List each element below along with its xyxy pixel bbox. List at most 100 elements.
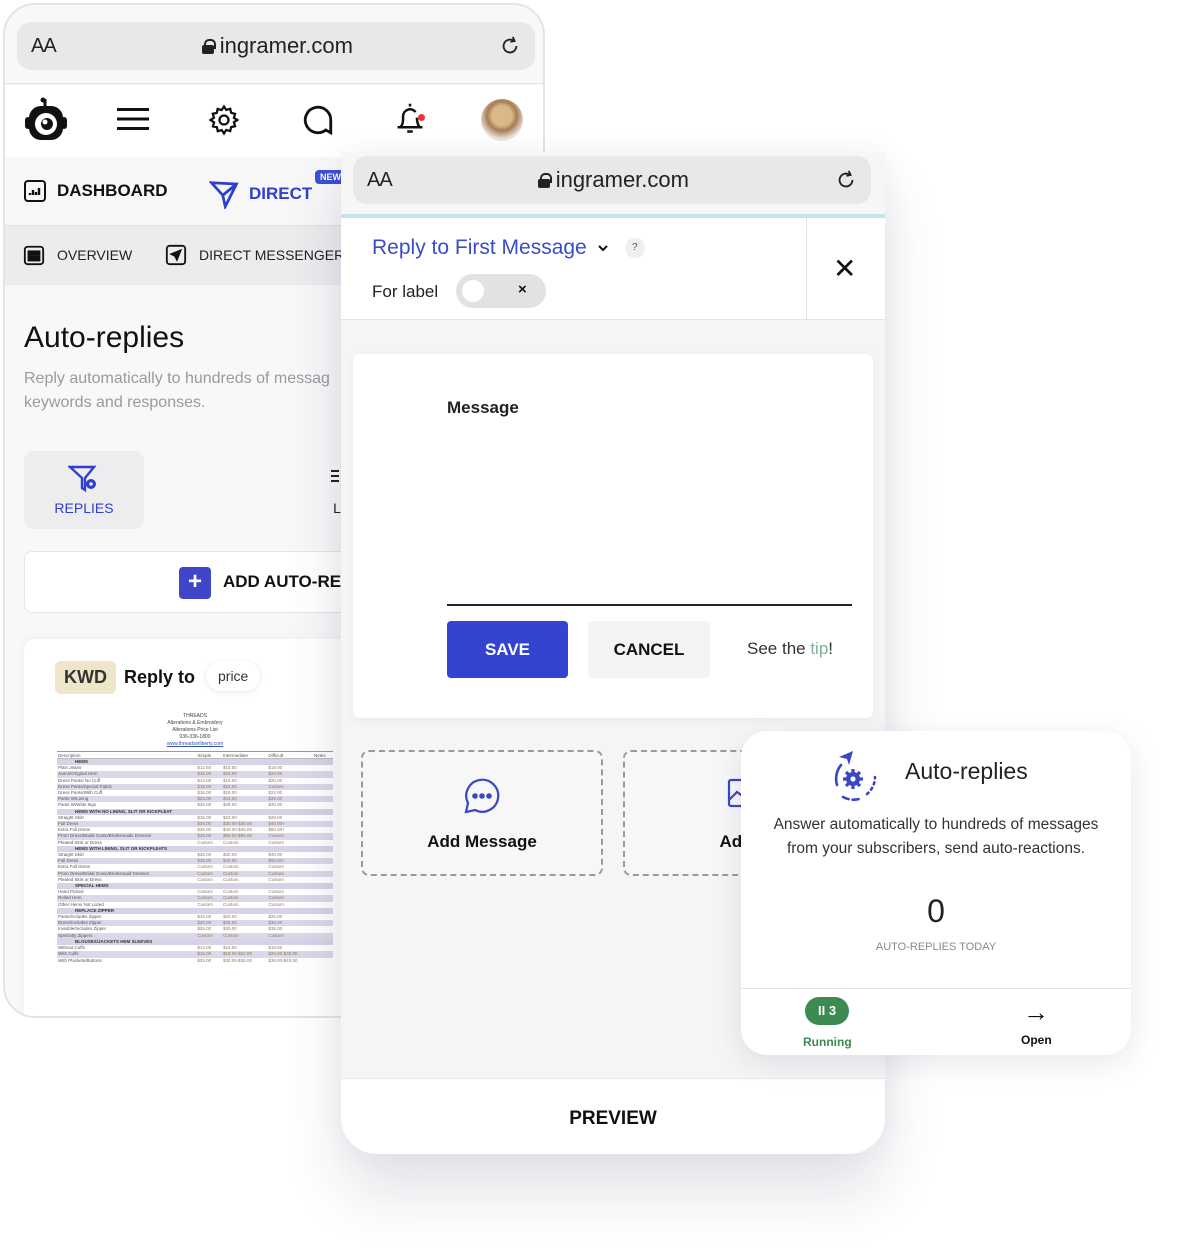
divider	[5, 83, 543, 84]
table-cell: $38.00-$45.00	[268, 957, 298, 963]
attached-document: THREADS Alterations & Embroidery Alteratio…	[57, 713, 333, 964]
tip-text: See the tip!	[747, 639, 833, 659]
pause-icon: II	[817, 1003, 826, 1018]
description-line: keywords and responses.	[24, 394, 206, 411]
tab-label: DASHBOARD	[57, 181, 168, 200]
message-editor-card: Message SAVE CANCEL See the tip!	[353, 354, 873, 718]
description-line: Reply automatically to hundreds of messa…	[24, 370, 330, 387]
column-header: Notes	[312, 751, 333, 759]
overview-grid-icon	[23, 245, 45, 266]
table-section-row: HEMS	[57, 758, 333, 766]
running-label: Running	[803, 1035, 852, 1049]
close-icon[interactable]: ✕	[833, 252, 856, 285]
document-link: www.threadsinliberty.com	[166, 741, 224, 747]
running-status-button[interactable]: II 3	[805, 997, 849, 1025]
tab-label: REPLIES	[54, 500, 114, 516]
url-text: ingramer.com	[555, 167, 689, 192]
filter-gear-icon	[68, 465, 97, 493]
url-text: ingramer.com	[219, 33, 353, 58]
address-bar[interactable]: AA ingramer.com	[17, 22, 535, 70]
text-size-button[interactable]: AA	[31, 35, 57, 58]
document-header-line: 936-336-1800	[179, 734, 211, 740]
reply-to-label: Reply to	[124, 667, 196, 687]
avatar[interactable]	[481, 99, 523, 141]
reply-type-dropdown[interactable]: Reply to First Message ?	[372, 236, 645, 260]
editor-header: Reply to First Message ? For label × ✕	[341, 218, 885, 320]
reload-icon[interactable]	[499, 35, 521, 57]
column-header: Simple	[196, 751, 223, 759]
add-option-label: Add Message	[427, 832, 537, 851]
hamburger-menu-icon[interactable]	[117, 107, 149, 131]
tip-prefix: See the	[747, 639, 811, 658]
subtab-label: DIRECT MESSENGER	[199, 247, 345, 263]
card-description: Answer automatically to hundreds of mess…	[741, 813, 1131, 861]
auto-replies-summary-card: Auto-replies Answer automatically to hun…	[741, 731, 1131, 1055]
description-line: Answer automatically to hundreds of mess…	[773, 816, 1099, 833]
url-display[interactable]: ingramer.com	[537, 167, 689, 193]
gear-icon[interactable]	[207, 103, 241, 137]
column-header: Intermediate	[222, 751, 268, 759]
column-header: Description	[57, 751, 197, 759]
lock-icon	[537, 172, 552, 188]
subtab-label: OVERVIEW	[57, 247, 133, 263]
page-description: Reply automatically to hundreds of messa…	[24, 367, 364, 415]
table-cell: $25.00	[197, 957, 212, 963]
paper-plane-icon	[209, 181, 239, 209]
document-header: THREADS Alterations & Embroidery Alteratio…	[57, 713, 333, 748]
divider	[806, 218, 807, 320]
for-label-toggle[interactable]: ×	[456, 274, 546, 308]
open-button[interactable]: Open	[1021, 1033, 1052, 1047]
add-message-button[interactable]: Add Message	[361, 750, 603, 876]
divider	[741, 988, 1131, 989]
address-bar[interactable]: AA ingramer.com	[353, 156, 871, 204]
tip-link[interactable]: tip	[810, 639, 828, 658]
tab-replies[interactable]: REPLIES	[24, 451, 144, 529]
document-header-line: Alterations Price List	[172, 727, 218, 733]
browser-chrome: AA ingramer.com	[341, 152, 885, 216]
tab-direct[interactable]: DIRECT	[209, 179, 312, 209]
table-row: With Plackets/Buttons $25.00 $30.00-$35.00…	[57, 958, 333, 964]
tip-suffix: !	[828, 639, 834, 658]
auto-reply-gear-plane-icon	[834, 751, 877, 801]
for-label-text: For label	[372, 282, 439, 301]
add-auto-reply-label: ADD AUTO-RE	[223, 572, 342, 591]
tab-dashboard[interactable]: DASHBOARD	[23, 179, 168, 203]
messenger-send-icon	[165, 244, 187, 266]
chevron-down-icon	[598, 245, 608, 252]
price-table: Description Simple Intermediate Difficult No…	[57, 751, 333, 964]
subtab-direct-messenger[interactable]: DIRECT MESSENGER	[165, 244, 344, 266]
app-logo-icon[interactable]	[25, 97, 67, 143]
card-title: Auto-replies	[905, 758, 1028, 784]
cancel-button[interactable]: CANCEL	[588, 621, 710, 678]
table-cell: With Plackets/Buttons	[58, 957, 102, 963]
document-header-line: THREADS	[183, 713, 207, 719]
help-icon[interactable]: ?	[624, 238, 645, 258]
subtab-overview[interactable]: OVERVIEW	[23, 244, 132, 266]
auto-replies-count: 0	[927, 893, 945, 929]
save-button[interactable]: SAVE	[447, 621, 568, 678]
section-cell: HEMS	[57, 758, 333, 766]
document-header-line: Alterations & Embroidery	[167, 720, 223, 726]
preview-button[interactable]: PREVIEW	[341, 1078, 885, 1154]
app-header	[5, 85, 543, 157]
tab-label: DIRECT	[249, 184, 313, 203]
lock-icon	[201, 38, 216, 54]
toggle-knob	[462, 280, 484, 302]
arrow-right-icon[interactable]: →	[1023, 997, 1049, 1028]
table-cell	[313, 958, 333, 964]
running-count: 3	[828, 1003, 837, 1018]
chat-bubble-icon[interactable]	[301, 103, 335, 137]
table-header-row: Description Simple Intermediate Difficult No…	[57, 751, 333, 759]
reply-type-label: Reply to First Message	[372, 236, 587, 259]
toggle-off-icon: ×	[518, 281, 527, 298]
url-display[interactable]: ingramer.com	[201, 33, 353, 59]
text-size-button[interactable]: AA	[367, 169, 393, 192]
keyword-chip: price	[206, 661, 261, 691]
message-input[interactable]	[447, 434, 852, 606]
preview-label: PREVIEW	[569, 1108, 657, 1129]
page-title: Auto-replies	[24, 321, 185, 354]
chat-dots-icon	[464, 778, 500, 814]
table-cell: $30.00-$35.00	[223, 957, 253, 963]
column-header: Difficult	[267, 751, 313, 759]
reload-icon[interactable]	[835, 169, 857, 191]
